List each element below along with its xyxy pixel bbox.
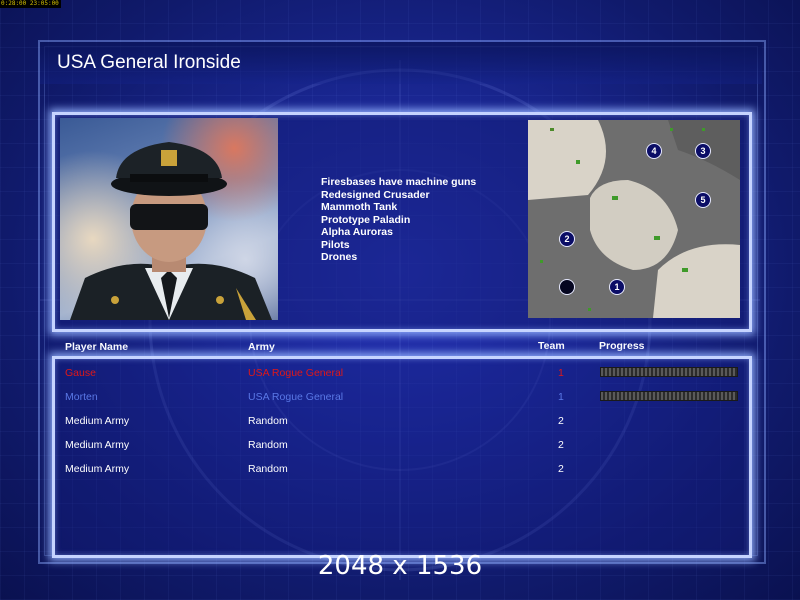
feature-item: Alpha Auroras xyxy=(321,226,393,238)
player-name: Medium Army xyxy=(65,463,130,475)
status-bar: 0:28:00 23:05:00 xyxy=(0,0,61,8)
start-position-1[interactable]: 1 xyxy=(609,279,625,295)
player-army: USA Rogue General xyxy=(248,391,344,403)
player-army: USA Rogue General xyxy=(248,367,344,379)
player-team: 2 xyxy=(558,463,564,475)
header-progress: Progress xyxy=(599,340,645,352)
header-player-name: Player Name xyxy=(65,341,129,353)
feature-item: Pilots xyxy=(321,238,350,251)
resolution-label: 2048 x 1536 xyxy=(317,551,483,581)
feature-item: Drones xyxy=(321,251,358,263)
player-army: Random xyxy=(248,463,288,475)
player-army: Random xyxy=(248,439,288,451)
player-row: Medium Army Random 2 xyxy=(0,414,800,438)
general-features-list: Firesbases have machine guns Redesigned … xyxy=(321,176,476,264)
player-progress-bar xyxy=(600,391,738,401)
general-title: USA General Ironside xyxy=(57,52,241,73)
player-team: 2 xyxy=(558,415,564,427)
player-progress-bar xyxy=(600,367,738,377)
player-name: Morten xyxy=(65,391,98,403)
player-row: Gause USA Rogue General 1 xyxy=(0,366,800,390)
start-position-3[interactable]: 3 xyxy=(695,143,711,159)
start-position-2[interactable]: 2 xyxy=(559,231,575,247)
player-name: Gause xyxy=(65,367,96,379)
general-portrait xyxy=(60,118,278,320)
header-army: Army xyxy=(248,341,275,353)
map-preview: 1 2 3 4 5 xyxy=(528,120,740,318)
header-team: Team xyxy=(538,340,565,352)
feature-item: Mammoth Tank xyxy=(321,201,398,213)
general-portrait-image xyxy=(70,142,272,320)
player-row: Morten USA Rogue General 1 xyxy=(0,390,800,414)
start-position-5[interactable]: 5 xyxy=(695,192,711,208)
player-army: Random xyxy=(248,415,288,427)
player-name: Medium Army xyxy=(65,439,130,451)
feature-item: Firesbases have machine guns xyxy=(321,176,477,188)
start-position-unassigned[interactable] xyxy=(559,279,575,295)
player-row: Medium Army Random 2 xyxy=(0,462,800,486)
feature-item: Prototype Paladin xyxy=(321,213,411,226)
player-name: Medium Army xyxy=(65,415,130,427)
player-team: 2 xyxy=(558,439,564,451)
player-team: 1 xyxy=(558,367,564,379)
feature-item: Redesigned Crusader xyxy=(321,188,430,201)
player-team: 1 xyxy=(558,391,564,403)
player-row: Medium Army Random 2 xyxy=(0,438,800,462)
start-position-4[interactable]: 4 xyxy=(646,143,662,159)
